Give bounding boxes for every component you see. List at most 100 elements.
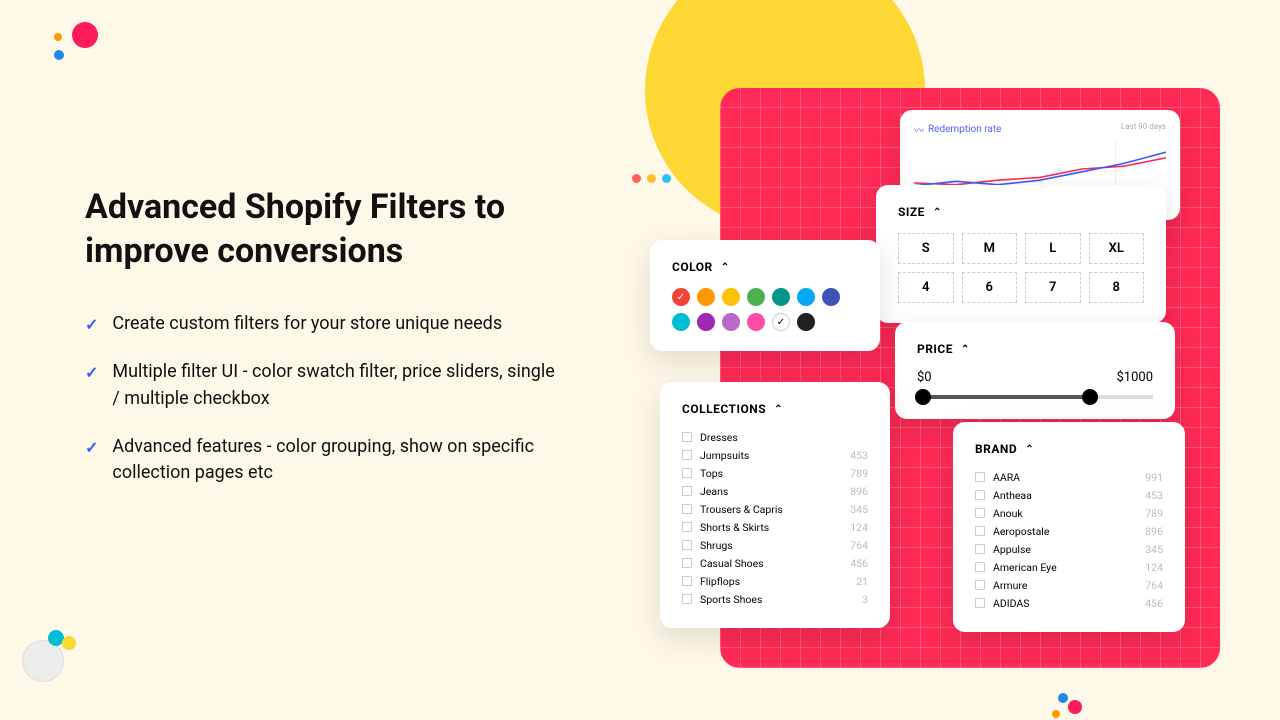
filter-option[interactable]: Shorts & Skirts 124 bbox=[682, 518, 868, 536]
filter-heading[interactable]: SIZE ⌃ bbox=[898, 205, 1144, 219]
filter-heading[interactable]: BRAND ⌃ bbox=[975, 442, 1163, 456]
filter-option[interactable]: Trousers & Capris345 bbox=[682, 500, 868, 518]
dot-icon bbox=[54, 33, 62, 41]
option-label: American Eye bbox=[993, 561, 1137, 574]
option-count: 124 bbox=[850, 521, 868, 534]
option-label: Aeropostale bbox=[993, 525, 1137, 538]
price-max-label: $1000 bbox=[1116, 370, 1153, 385]
checkbox-icon[interactable] bbox=[975, 562, 985, 572]
color-swatch[interactable] bbox=[772, 288, 790, 306]
filter-option[interactable]: ADIDAS456 bbox=[975, 594, 1163, 612]
filter-option[interactable]: Tops789 bbox=[682, 464, 868, 482]
option-label: Casual Shoes bbox=[700, 557, 842, 570]
bullet-text: Multiple filter UI - color swatch filter… bbox=[112, 359, 565, 411]
line-icon: 〰 bbox=[914, 122, 924, 137]
size-option[interactable]: M bbox=[962, 233, 1018, 264]
size-option[interactable]: 8 bbox=[1089, 272, 1145, 303]
option-count: 764 bbox=[1145, 579, 1163, 592]
filter-option[interactable]: Armure764 bbox=[975, 576, 1163, 594]
size-option[interactable]: L bbox=[1025, 233, 1081, 264]
color-swatch[interactable] bbox=[797, 313, 815, 331]
size-option[interactable]: 7 bbox=[1025, 272, 1081, 303]
option-count: 124 bbox=[1145, 561, 1163, 574]
checkbox-icon[interactable] bbox=[682, 558, 692, 568]
color-swatch[interactable]: ✓ bbox=[772, 313, 790, 331]
slider-handle-max[interactable] bbox=[1082, 389, 1098, 405]
color-swatch[interactable] bbox=[722, 313, 740, 331]
checkbox-icon[interactable] bbox=[975, 526, 985, 536]
dot-icon bbox=[1068, 700, 1082, 714]
checkbox-icon[interactable] bbox=[975, 598, 985, 608]
size-option[interactable]: 4 bbox=[898, 272, 954, 303]
checkbox-icon[interactable] bbox=[682, 468, 692, 478]
chevron-up-icon: ⌃ bbox=[961, 344, 970, 355]
filter-option[interactable]: Aeropostale 896 bbox=[975, 522, 1163, 540]
feature-bullet: ✓Create custom filters for your store un… bbox=[85, 311, 565, 337]
checkbox-icon[interactable] bbox=[975, 490, 985, 500]
filter-option[interactable]: Jumpsuits453 bbox=[682, 446, 868, 464]
price-min-label: $0 bbox=[917, 370, 932, 385]
color-swatch[interactable] bbox=[672, 313, 690, 331]
slider-handle-min[interactable] bbox=[915, 389, 931, 405]
filter-option[interactable]: Appulse 345 bbox=[975, 540, 1163, 558]
option-label: ADIDAS bbox=[993, 597, 1137, 610]
color-swatch[interactable] bbox=[722, 288, 740, 306]
checkbox-icon[interactable] bbox=[682, 576, 692, 586]
option-count: 764 bbox=[850, 539, 868, 552]
checkbox-icon[interactable] bbox=[975, 544, 985, 554]
price-slider[interactable] bbox=[917, 395, 1153, 399]
bullet-text: Advanced features - color grouping, show… bbox=[112, 434, 565, 486]
color-swatch[interactable] bbox=[747, 313, 765, 331]
size-option[interactable]: 6 bbox=[962, 272, 1018, 303]
filter-option[interactable]: American Eye 124 bbox=[975, 558, 1163, 576]
checkbox-icon[interactable] bbox=[682, 486, 692, 496]
filter-option[interactable]: Anouk789 bbox=[975, 504, 1163, 522]
option-label: Tops bbox=[700, 467, 842, 480]
size-option[interactable]: S bbox=[898, 233, 954, 264]
color-swatch[interactable] bbox=[697, 313, 715, 331]
filter-option[interactable]: Shrugs764 bbox=[682, 536, 868, 554]
checkbox-icon[interactable] bbox=[682, 432, 692, 442]
filter-option[interactable]: Jeans896 bbox=[682, 482, 868, 500]
option-label: Jeans bbox=[700, 485, 842, 498]
chart-range-label: Last 90 days bbox=[1121, 122, 1166, 131]
filter-heading[interactable]: COLLECTIONS ⌃ bbox=[682, 402, 868, 416]
filter-heading[interactable]: COLOR ⌃ bbox=[672, 260, 858, 274]
size-option[interactable]: XL bbox=[1089, 233, 1145, 264]
checkbox-icon[interactable] bbox=[975, 580, 985, 590]
option-label: Flipflops bbox=[700, 575, 848, 588]
checkbox-icon[interactable] bbox=[975, 472, 985, 482]
option-count: 345 bbox=[1145, 543, 1163, 556]
option-count: 3 bbox=[862, 593, 868, 606]
option-label: Appulse bbox=[993, 543, 1137, 556]
filter-option[interactable]: Flipflops21 bbox=[682, 572, 868, 590]
color-swatch[interactable] bbox=[822, 288, 840, 306]
checkbox-icon[interactable] bbox=[682, 594, 692, 604]
color-swatch[interactable] bbox=[697, 288, 715, 306]
filter-option[interactable]: Sports Shoes3 bbox=[682, 590, 868, 608]
brand-filter-card: BRAND ⌃ AARA991Antheaa453Anouk789Aeropos… bbox=[953, 422, 1185, 632]
filter-option[interactable]: AARA991 bbox=[975, 468, 1163, 486]
color-filter-card: COLOR ⌃ ✓ ✓ bbox=[650, 240, 880, 351]
color-swatch[interactable] bbox=[747, 288, 765, 306]
option-label: Shorts & Skirts bbox=[700, 521, 842, 534]
maximize-icon bbox=[662, 174, 671, 183]
page-title: Advanced Shopify Filters to improve conv… bbox=[85, 185, 565, 273]
checkbox-icon[interactable] bbox=[682, 522, 692, 532]
checkbox-icon[interactable] bbox=[682, 504, 692, 514]
checkbox-icon[interactable] bbox=[682, 450, 692, 460]
filter-option[interactable]: Antheaa453 bbox=[975, 486, 1163, 504]
filter-heading[interactable]: PRICE ⌃ bbox=[917, 342, 1153, 356]
dot-icon bbox=[72, 22, 98, 48]
filter-option[interactable]: Casual Shoes 456 bbox=[682, 554, 868, 572]
color-swatch[interactable] bbox=[797, 288, 815, 306]
filter-option[interactable]: Dresses bbox=[682, 428, 868, 446]
price-filter-card: PRICE ⌃ $0 $1000 bbox=[895, 322, 1175, 419]
option-count: 456 bbox=[850, 557, 868, 570]
checkbox-icon[interactable] bbox=[682, 540, 692, 550]
color-swatch[interactable]: ✓ bbox=[672, 288, 690, 306]
option-label: Trousers & Capris bbox=[700, 503, 842, 516]
feature-bullet: ✓Multiple filter UI - color swatch filte… bbox=[85, 359, 565, 411]
checkbox-icon[interactable] bbox=[975, 508, 985, 518]
option-count: 896 bbox=[1145, 525, 1163, 538]
